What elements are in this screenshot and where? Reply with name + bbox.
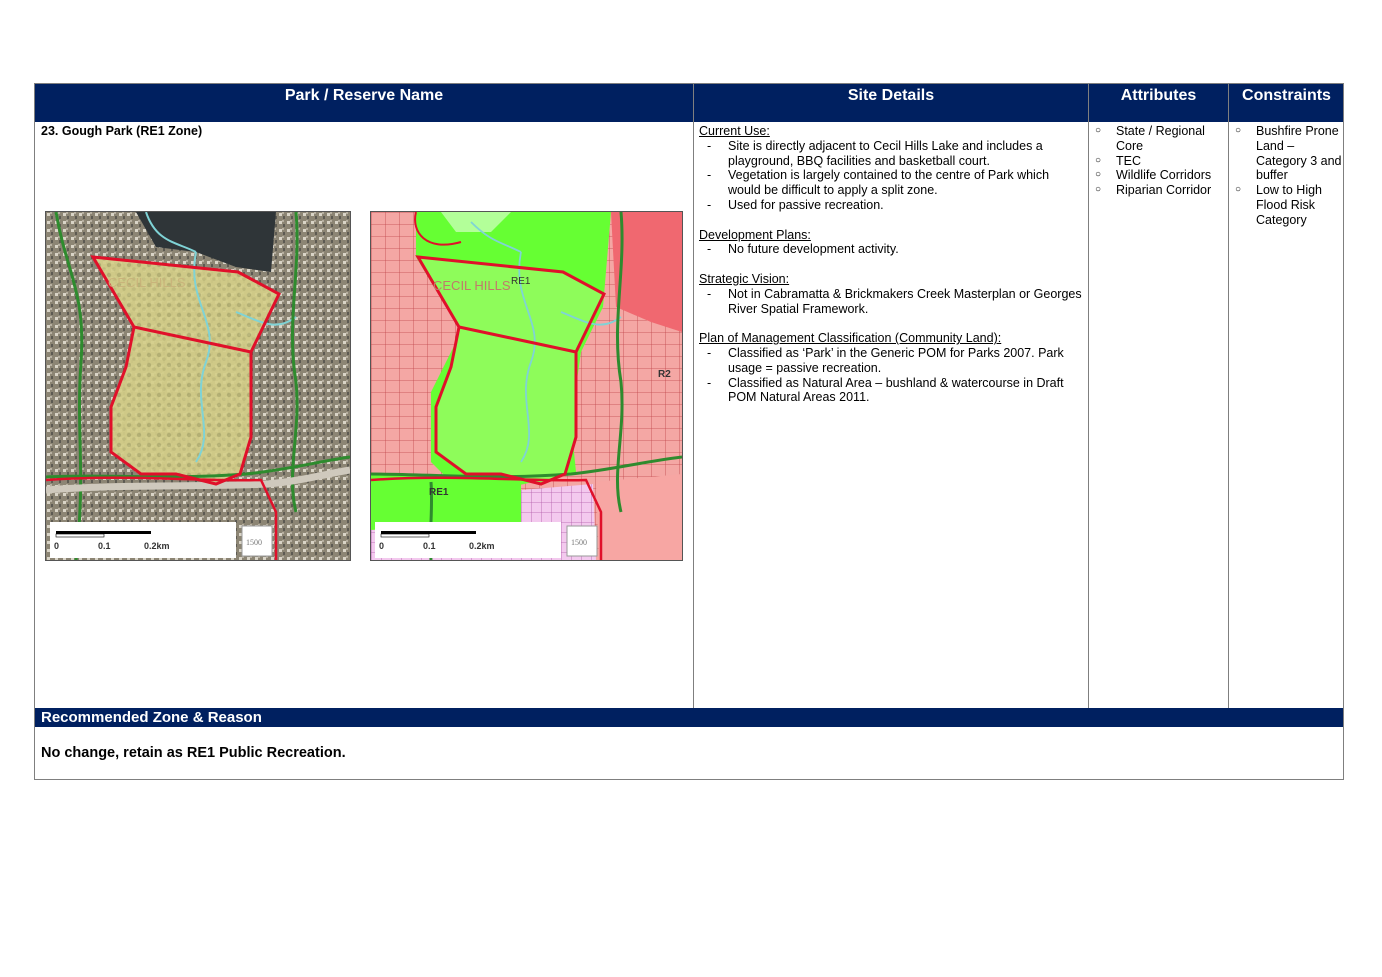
scale-label: 0.2km [144,541,170,551]
list-item: Vegetation is largely contained to the c… [699,168,1084,198]
list-item: Not in Cabramatta & Brickmakers Creek Ma… [699,287,1084,317]
list-item: Classified as ‘Park’ in the Generic POM … [699,346,1084,376]
circle-bullet-icon: ○ [1095,169,1102,181]
zone-label: RE1 [429,487,449,498]
circle-bullet-icon: ○ [1095,125,1102,136]
header-site-details: Site Details [847,87,935,104]
header-park-name: Park / Reserve Name [284,87,444,104]
current-use-list: Site is directly adjacent to Cecil Hills… [699,139,1084,213]
circle-bullet-icon: ○ [1235,184,1242,196]
constraints-list: ○ Bushfire Prone Land – Category 3 and bu… [1229,124,1343,228]
attributes-list: ○ State / Regional Core ○ TEC ○ Wildlife Co… [1089,124,1228,198]
aerial-map: CECIL HILLS 0 0.1 0.2km 1500 [45,211,351,561]
header-attributes: Attributes [1120,87,1197,104]
scale-label: 0.2km [469,541,495,551]
constraints-cell: ○ Bushfire Prone Land – Category 3 and bu… [1229,122,1343,708]
zone-label: R2 [658,369,671,380]
list-item: No future development activity. [699,242,1084,257]
list-item: ○ TEC [1095,153,1141,168]
current-use-heading: Current Use: [699,124,770,138]
scale-badge: 1500 [246,538,262,547]
header-constraints: Constraints [1242,87,1331,104]
scale-label: 0 [54,541,59,551]
attributes-cell: ○ State / Regional Core ○ TEC ○ Wildlife Co… [1089,122,1228,708]
scale-label: 0 [379,541,384,551]
list-item: Used for passive recreation. [699,198,1084,213]
table-header-row: Park / Reserve Name Site Details Attribu… [35,84,1343,122]
circle-bullet-icon: ○ [1235,125,1242,136]
circle-bullet-icon: ○ [1095,154,1102,166]
strategic-vision-heading: Strategic Vision: [699,271,790,286]
zoning-place-label: CECIL HILLS [433,278,511,293]
circle-bullet-icon: ○ [1095,184,1102,196]
site-details-cell: Current Use: Site is directly adjacent t… [699,122,1084,708]
recommendation-text: No change, retain as RE1 Public Recreati… [41,745,346,761]
list-item: ○ Wildlife Corridors [1095,168,1212,183]
plan-of-management-heading: Plan of Management Classification (Commu… [699,331,1002,346]
list-item: ○ Low to High Flood Risk Category [1235,183,1323,227]
scale-badge: 1500 [571,538,587,547]
aerial-place-label: CECIL HILLS [108,275,186,290]
list-item: Site is directly adjacent to Cecil Hills… [699,139,1084,169]
scale-label: 0.1 [423,541,436,551]
zoning-map: CECIL HILLS RE1 R2 RE1 0 0.1 0.2km 1500 [370,211,683,561]
park-title: 23. Gough Park (RE1 Zone) [41,124,203,138]
list-item: ○ State / Regional Core [1095,124,1205,153]
park-assessment-table: Park / Reserve Name Site Details Attribu… [34,83,1344,780]
column-divider [693,84,694,708]
recommendation-heading: Recommended Zone & Reason [35,708,1343,727]
zone-label: RE1 [511,276,531,287]
scale-label: 0.1 [98,541,111,551]
development-plans-heading: Development Plans: [699,227,811,242]
plan-of-management-list: Classified as ‘Park’ in the Generic POM … [699,346,1084,405]
list-item: ○ Bushfire Prone Land – Category 3 and bu… [1235,124,1342,183]
list-item: ○ Riparian Corridor [1095,183,1212,198]
development-plans-list: No future development activity. [699,242,1084,257]
park-cell: 23. Gough Park (RE1 Zone) CECIL HILLS 0 … [35,122,693,708]
list-item: Classified as Natural Area – bushland & … [699,376,1084,406]
strategic-vision-list: Not in Cabramatta & Brickmakers Creek Ma… [699,287,1084,317]
